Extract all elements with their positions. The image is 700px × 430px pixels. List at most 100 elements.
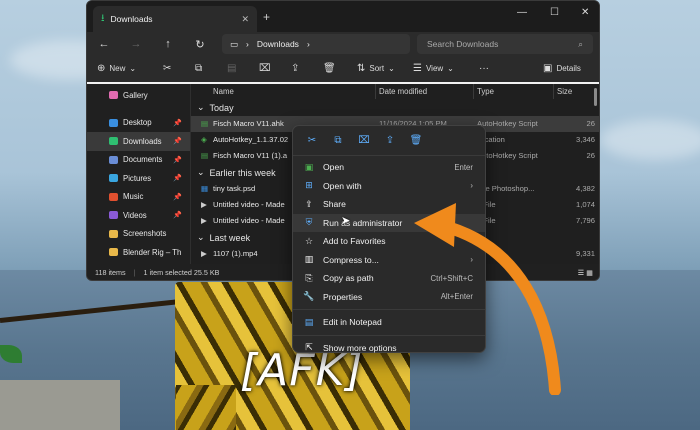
up-button[interactable]: ↑ xyxy=(155,38,181,50)
video-file-icon: ▶ xyxy=(201,249,207,258)
nav-item-desktop[interactable]: Desktop 📌 xyxy=(87,114,190,133)
details-label: Details xyxy=(556,64,581,73)
nav-item-downloads[interactable]: Downloads 📌 xyxy=(87,132,190,151)
more-options-icon: ⇱ xyxy=(305,342,313,353)
cut-icon[interactable]: ✂ xyxy=(299,135,325,146)
back-button[interactable]: ← xyxy=(91,38,117,50)
nav-item-screenshots[interactable]: Screenshots xyxy=(87,225,190,244)
nav-item-pictures[interactable]: Pictures 📌 xyxy=(87,169,190,188)
delete-icon[interactable]: 🗑 xyxy=(403,135,429,146)
minimize-button[interactable]: — xyxy=(517,7,527,18)
menu-open[interactable]: ▣ Open Enter xyxy=(293,158,485,177)
scrollbar[interactable] xyxy=(594,88,597,106)
new-button[interactable]: ⊕ New ⌄ xyxy=(97,63,136,74)
copy-icon[interactable]: ⧉ xyxy=(195,63,202,74)
menu-label: Edit in Notepad xyxy=(323,317,382,328)
nav-label: Gallery xyxy=(123,90,148,100)
more-options-button[interactable]: ··· xyxy=(479,63,489,74)
notepad-icon: ▤ xyxy=(304,316,314,327)
maximize-button[interactable]: ☐ xyxy=(550,7,559,18)
column-size[interactable]: Size xyxy=(557,87,572,96)
group-today[interactable]: ⌄ Today xyxy=(191,99,599,116)
chevron-down-icon: ⌄ xyxy=(447,64,454,73)
address-bar[interactable]: ▭ › Downloads › xyxy=(222,34,410,54)
column-headers: Name Date modified Type Size xyxy=(191,84,599,106)
nav-item-documents[interactable]: Documents 📌 xyxy=(87,151,190,170)
search-placeholder: Search Downloads xyxy=(427,39,499,49)
nav-label: Documents xyxy=(123,155,163,165)
file-size: 26 xyxy=(586,151,595,160)
chevron-down-icon: ⌄ xyxy=(197,167,205,177)
nav-item-videos[interactable]: Videos 📌 xyxy=(87,206,190,225)
menu-label: Show more options xyxy=(323,342,397,353)
pin-icon: 📌 xyxy=(173,175,182,183)
search-input[interactable]: Search Downloads ⌕ xyxy=(417,34,593,54)
pin-icon: 📌 xyxy=(173,138,182,146)
new-tab-button[interactable]: + xyxy=(263,10,270,24)
chevron-down-icon: ⌄ xyxy=(197,102,205,112)
search-icon: ⌕ xyxy=(578,38,583,49)
share-icon[interactable]: ⇪ xyxy=(291,63,299,74)
menu-label: Add to Favorites xyxy=(323,236,386,247)
view-label: View xyxy=(425,64,444,73)
rename-icon[interactable]: ⌧ xyxy=(351,135,377,146)
refresh-button[interactable]: ↻ xyxy=(187,38,213,51)
wrench-icon: 🔧 xyxy=(303,291,315,302)
ahk-file-icon: ▤ xyxy=(201,151,209,160)
new-label: New xyxy=(109,64,126,73)
column-name[interactable]: Name xyxy=(213,87,234,96)
close-icon[interactable]: ✕ xyxy=(241,14,249,25)
pin-icon: 📌 xyxy=(173,193,182,201)
paste-icon[interactable]: ▤ xyxy=(227,63,236,74)
psd-file-icon: ▦ xyxy=(201,184,209,193)
pictures-icon xyxy=(109,174,118,183)
nav-label: Desktop xyxy=(123,118,152,128)
cut-icon[interactable]: ✂ xyxy=(163,63,171,74)
nav-item-blender-rig[interactable]: Blender Rig – Th xyxy=(87,243,190,262)
details-view-icon[interactable]: ☰ ▦ xyxy=(578,268,593,277)
menu-label: Open xyxy=(323,162,345,173)
chevron-right-icon: › xyxy=(470,181,473,191)
documents-icon xyxy=(109,155,118,164)
window-close-button[interactable]: ✕ xyxy=(581,7,589,18)
forward-button[interactable]: → xyxy=(123,38,149,50)
sort-button[interactable]: ⇅ Sort ⌄ xyxy=(357,63,395,74)
tab-downloads[interactable]: ⭳ Downloads ✕ xyxy=(93,6,257,32)
orange-arrow-annotation xyxy=(414,203,561,395)
details-button[interactable]: ▣ Details xyxy=(543,63,581,74)
chevron-down-icon: ⌄ xyxy=(129,64,137,73)
command-bar: ⊕ New ⌄ ✂ ⧉ ▤ ⌧ ⇪ 🗑 ⇅ Sort ⌄ ☰ View ⌄ ··… xyxy=(87,56,599,84)
delete-icon[interactable]: 🗑 xyxy=(323,63,336,74)
music-icon xyxy=(109,192,118,201)
share-icon[interactable]: ⇪ xyxy=(377,135,403,146)
copy-icon[interactable]: ⧉ xyxy=(325,135,351,146)
group-label: Last week xyxy=(209,232,251,243)
pin-icon: 📌 xyxy=(173,156,182,164)
sort-label: Sort xyxy=(369,64,385,73)
desktop-icon xyxy=(109,118,118,127)
arrow-head xyxy=(414,203,456,247)
menu-label: Properties xyxy=(323,291,363,302)
chevron-down-icon: ⌄ xyxy=(388,64,395,73)
column-type[interactable]: Type xyxy=(477,87,494,96)
plus-circle-icon: ⊕ xyxy=(97,63,106,74)
context-quick-actions: ✂ ⧉ ⌧ ⇪ 🗑 xyxy=(293,126,485,156)
path-icon: ⎘ xyxy=(305,272,313,283)
menu-label: Compress to... xyxy=(323,254,379,265)
menu-open-with[interactable]: ⊞ Open with › xyxy=(293,177,485,196)
pin-icon: 📌 xyxy=(173,119,182,127)
nav-label: Screenshots xyxy=(123,229,167,239)
videos-icon xyxy=(109,211,118,220)
rename-icon[interactable]: ⌧ xyxy=(259,63,271,74)
column-date[interactable]: Date modified xyxy=(379,87,427,96)
pin-icon: 📌 xyxy=(173,212,182,220)
selection-info: 1 item selected 25.5 KB xyxy=(143,267,220,277)
arrow-shaft xyxy=(434,219,561,395)
zip-icon: ▥ xyxy=(304,254,314,265)
view-button[interactable]: ☰ View ⌄ xyxy=(413,63,454,74)
nav-label: Downloads xyxy=(123,136,162,146)
nav-item-gallery[interactable]: Gallery xyxy=(87,86,190,105)
gallery-icon xyxy=(109,91,118,100)
nav-item-music[interactable]: Music 📌 xyxy=(87,188,190,207)
sort-icon: ⇅ xyxy=(357,63,366,74)
